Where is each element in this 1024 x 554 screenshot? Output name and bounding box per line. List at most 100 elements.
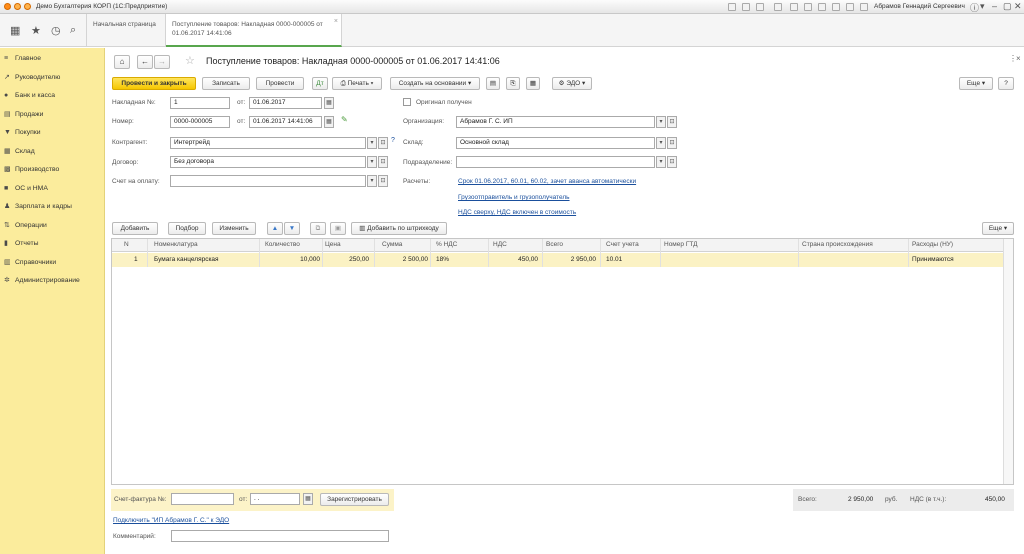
close-form-icon[interactable]: × bbox=[1016, 54, 1021, 63]
invoice-field[interactable] bbox=[171, 493, 234, 505]
settings-icon[interactable]: ▾ bbox=[980, 1, 985, 12]
table-cell[interactable]: 2 950,00 bbox=[571, 256, 596, 263]
menu-icon[interactable] bbox=[14, 3, 21, 10]
warehouse-field[interactable]: Основной склад bbox=[456, 137, 655, 149]
contract-dropdown-icon[interactable]: ▾ bbox=[367, 156, 377, 168]
table-row[interactable]: 1 Бумага канцелярская 10,000 250,00 2 500,00… bbox=[112, 253, 1013, 267]
division-open-icon[interactable]: ⊡ bbox=[667, 156, 677, 168]
number-field[interactable]: 0000-000005 bbox=[170, 116, 230, 128]
calendar-icon[interactable]: ▦ bbox=[324, 116, 334, 128]
sections-grid-icon[interactable]: ▦ bbox=[10, 24, 20, 37]
memory-plus-icon[interactable] bbox=[832, 3, 840, 11]
comment-field[interactable] bbox=[171, 530, 389, 542]
print-icon[interactable] bbox=[742, 3, 750, 11]
sidebar-item[interactable]: ▥ Справочники bbox=[0, 254, 104, 271]
pick-button[interactable]: Подбор bbox=[168, 222, 206, 235]
history-icon[interactable]: ◷ bbox=[51, 24, 61, 37]
save-button[interactable]: Записать bbox=[202, 77, 250, 90]
register-button[interactable]: Зарегистрировать bbox=[320, 493, 389, 506]
invoice-date-field[interactable]: . . bbox=[250, 493, 300, 505]
vat-link[interactable]: НДС сверху, НДС включен в стоимость bbox=[458, 209, 576, 216]
column-header[interactable]: Сумма bbox=[382, 241, 402, 248]
ledger-icon[interactable]: Дт bbox=[312, 77, 328, 90]
copy-row-button[interactable]: ⧉ bbox=[310, 222, 326, 235]
sidebar-item[interactable]: ▩ Производство bbox=[0, 161, 104, 178]
memory-icon[interactable] bbox=[818, 3, 826, 11]
forward-button[interactable]: → bbox=[154, 55, 170, 69]
edo-connect-link[interactable]: Подключить "ИП Абрамов Г. С." к ЭДО bbox=[113, 517, 229, 524]
search-icon[interactable]: ⌕ bbox=[70, 24, 76, 37]
column-header[interactable]: N bbox=[124, 241, 129, 248]
org-dropdown-icon[interactable]: ▾ bbox=[656, 116, 666, 128]
report-icon[interactable]: ▤ bbox=[486, 77, 500, 90]
pay-invoice-open-icon[interactable]: ⊡ bbox=[378, 175, 388, 187]
column-header[interactable]: % НДС bbox=[436, 241, 457, 248]
column-header[interactable]: Счет учета bbox=[606, 241, 639, 248]
create-based-button[interactable]: Создать на основании ▾ bbox=[390, 77, 480, 90]
warehouse-dropdown-icon[interactable]: ▾ bbox=[656, 137, 666, 149]
favorites-icon[interactable] bbox=[774, 3, 782, 11]
memory-minus-icon[interactable] bbox=[846, 3, 854, 11]
attachment-icon[interactable]: ⎘ bbox=[506, 77, 520, 90]
move-up-button[interactable]: ▲ bbox=[267, 222, 283, 235]
link-icon[interactable] bbox=[756, 3, 764, 11]
sidebar-item[interactable]: ✲ Администрирование bbox=[0, 272, 104, 289]
column-header[interactable]: Номер ГТД bbox=[664, 241, 698, 248]
column-header[interactable]: Количество bbox=[265, 241, 300, 248]
edo-button[interactable]: ⚙ ЭДО ▾ bbox=[552, 77, 592, 90]
document-icon[interactable]: ▦ bbox=[526, 77, 540, 90]
column-header[interactable]: Всего bbox=[546, 241, 563, 248]
column-header[interactable]: НДС bbox=[493, 241, 507, 248]
save-icon[interactable] bbox=[728, 3, 736, 11]
table-cell[interactable]: 18% bbox=[436, 256, 449, 263]
table-cell[interactable]: 10.01 bbox=[606, 256, 622, 263]
sidebar-item[interactable]: ▤ Продажи bbox=[0, 106, 104, 123]
sidebar-item[interactable]: ≡ Главное bbox=[0, 50, 104, 67]
sidebar-item[interactable]: ▦ Склад bbox=[0, 143, 104, 160]
move-down-button[interactable]: ▼ bbox=[284, 222, 300, 235]
info-icon[interactable]: ⓘ bbox=[970, 1, 979, 14]
post-button[interactable]: Провести bbox=[256, 77, 304, 90]
column-header[interactable]: Номенклатура bbox=[154, 241, 198, 248]
table-cell[interactable]: 2 500,00 bbox=[403, 256, 428, 263]
barcode-button[interactable]: ▥ Добавить по штрихкоду bbox=[351, 222, 447, 235]
favorites-star-icon[interactable]: ★ bbox=[31, 24, 41, 37]
maximize-icon[interactable]: ▢ bbox=[1003, 1, 1012, 12]
division-field[interactable] bbox=[456, 156, 655, 168]
tab-document[interactable]: Поступление товаров: Накладная 0000-0000… bbox=[166, 14, 342, 47]
table-scrollbar[interactable] bbox=[1003, 239, 1013, 484]
pay-invoice-field[interactable] bbox=[170, 175, 366, 187]
original-received-checkbox[interactable] bbox=[403, 98, 411, 106]
division-dropdown-icon[interactable]: ▾ bbox=[656, 156, 666, 168]
table-more-button[interactable]: Еще ▾ bbox=[982, 222, 1014, 235]
contract-field[interactable]: Без договора bbox=[170, 156, 366, 168]
sidebar-item[interactable]: ♟ Зарплата и кадры bbox=[0, 198, 104, 215]
number-date-field[interactable]: 01.06.2017 14:41:06 bbox=[249, 116, 322, 128]
window-icon[interactable] bbox=[860, 3, 868, 11]
sidebar-item[interactable]: ⇅ Операции bbox=[0, 217, 104, 234]
print-button[interactable]: ⎙ Печать ▾ bbox=[332, 77, 382, 90]
current-user[interactable]: Абрамов Геннадий Сергеевич bbox=[874, 3, 965, 10]
table-cell[interactable]: Бумага канцелярская bbox=[154, 256, 219, 263]
calendar-icon[interactable]: ▦ bbox=[324, 97, 334, 109]
sidebar-item[interactable]: ■ ОС и НМА bbox=[0, 180, 104, 197]
edit-number-icon[interactable]: ✎ bbox=[341, 115, 348, 124]
minimize-icon[interactable]: – bbox=[992, 1, 997, 11]
contractor-field[interactable]: Интертрейд bbox=[170, 137, 366, 149]
contractor-open-icon[interactable]: ⊡ bbox=[378, 137, 388, 149]
contractor-help-icon[interactable]: ? bbox=[391, 137, 395, 144]
invoice-number-field[interactable]: 1 bbox=[170, 97, 230, 109]
column-header[interactable]: Расходы (НУ) bbox=[912, 241, 953, 248]
back-button[interactable]: ← bbox=[137, 55, 153, 69]
more-button[interactable]: Еще ▾ bbox=[959, 77, 993, 90]
table-cell[interactable]: Принимаются bbox=[912, 256, 954, 263]
table-cell[interactable]: 450,00 bbox=[518, 256, 538, 263]
add-row-button[interactable]: Добавить bbox=[112, 222, 158, 235]
sidebar-item[interactable]: ▮ Отчеты bbox=[0, 235, 104, 252]
column-header[interactable]: Страна происхождения bbox=[802, 241, 873, 248]
delete-row-button[interactable]: ▣ bbox=[330, 222, 346, 235]
table-cell[interactable]: 1 bbox=[134, 256, 138, 263]
sidebar-item[interactable]: ↗ Руководителю bbox=[0, 69, 104, 86]
settlements-link[interactable]: Срок 01.06.2017, 60.01, 60.02, зачет ава… bbox=[458, 178, 636, 185]
sidebar-item[interactable]: ▼ Покупки bbox=[0, 124, 104, 141]
